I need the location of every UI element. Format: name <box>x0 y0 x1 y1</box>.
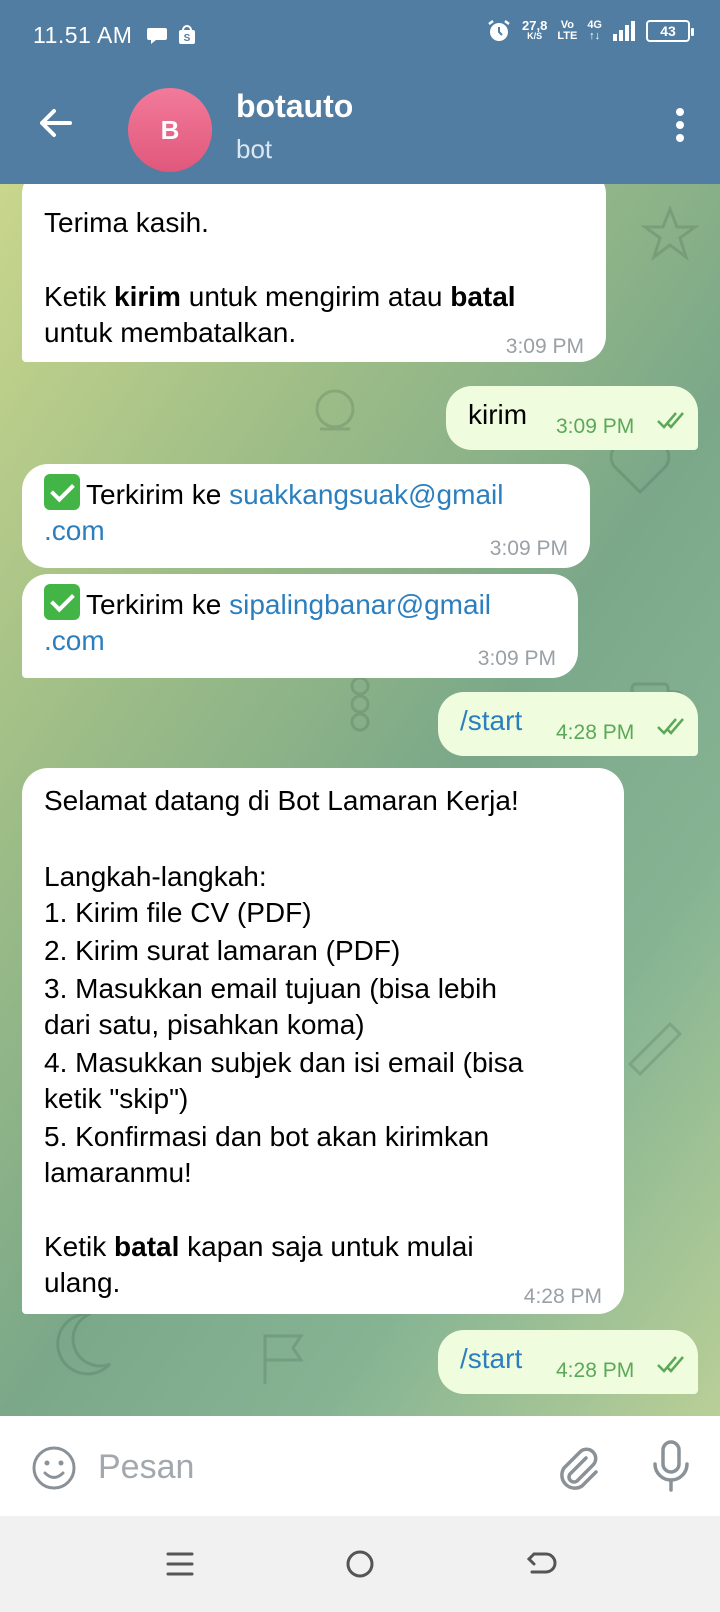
message-line: 5. Konfirmasi dan bot akan kirimkan <box>44 1121 490 1152</box>
back-nav-icon[interactable] <box>520 1544 560 1584</box>
email-link[interactable]: .com <box>44 622 105 660</box>
check-mark-emoji-icon <box>44 584 80 620</box>
message-time: 3:09 PM <box>556 415 635 438</box>
svg-text:S: S <box>184 33 191 44</box>
message-time: 3:09 PM <box>489 537 568 560</box>
speed-value: 27,8 <box>522 18 548 33</box>
incoming-message[interactable]: Terkirim ke suakkangsuak@gmail .com 3:09… <box>22 464 590 568</box>
message-text: Terkirim ke <box>86 589 230 620</box>
message-line: Terima kasih. <box>44 207 209 238</box>
message-time: 3:09 PM <box>505 335 584 358</box>
message-line: untuk membatalkan. <box>44 317 297 348</box>
data-arrows-icon: ↑↓ <box>589 30 601 42</box>
flag-doodle-icon <box>263 1334 304 1384</box>
chat-header: B botauto bot <box>0 72 720 184</box>
message-bold-text: batal <box>450 281 516 312</box>
smiley-icon[interactable] <box>30 1444 78 1492</box>
message-line: Terkirim ke suakkangsuak@gmail <box>44 474 503 514</box>
message-line: Ketik batal kapan saja untuk mulai <box>44 1228 474 1266</box>
avatar-letter: B <box>160 114 180 145</box>
arrow-left-icon[interactable] <box>30 98 80 148</box>
signal-icon <box>613 21 635 41</box>
message-input-bar <box>0 1416 720 1516</box>
alarm-icon <box>488 20 510 41</box>
message-input[interactable] <box>98 1440 518 1494</box>
outgoing-message[interactable]: kirim 3:09 PM <box>446 386 698 450</box>
chat-notification-icon <box>147 28 167 44</box>
message-bold-text: kirim <box>114 281 181 312</box>
volte-bottom: LTE <box>557 30 578 42</box>
bird-doodle-icon <box>315 389 355 431</box>
battery-level: 43 <box>660 23 676 39</box>
paperclip-icon[interactable] <box>552 1442 600 1492</box>
incoming-message[interactable]: Terima kasih. Ketik kirim untuk mengirim… <box>22 184 606 362</box>
message-line: ulang. <box>44 1267 121 1298</box>
message-line: lamaranmu! <box>44 1157 192 1188</box>
message-text: Ketik <box>44 1231 115 1262</box>
flashlight-doodle-icon <box>627 1021 683 1077</box>
shopping-bag-icon: S <box>179 25 195 44</box>
home-circle-icon[interactable] <box>340 1544 380 1584</box>
email-link[interactable]: suakkangsuak@gmail <box>229 479 503 510</box>
message-line: Langkah-langkah: <box>44 861 267 892</box>
status-time: 11.51 AM <box>33 22 133 48</box>
status-indicators: 27,8 K/S Vo LTE 4G ↑↓ 43 <box>486 18 694 44</box>
message-line: ketik "skip") <box>44 1083 189 1114</box>
email-link[interactable]: sipalingbanar@gmail <box>229 589 491 620</box>
network-type: 4G ↑↓ <box>587 20 602 42</box>
check-mark-emoji-icon <box>44 474 80 510</box>
message-line: 4. Masukkan subjek dan isi email (bisa <box>44 1047 524 1078</box>
chat-subtitle: bot <box>236 134 273 164</box>
message-line: dari satu, pisahkan koma) <box>44 1009 365 1040</box>
message-bold-text: batal <box>114 1231 180 1262</box>
message-text: Ketik <box>44 281 115 312</box>
message-line: 3. Masukkan email tujuan (bisa lebih <box>44 973 497 1004</box>
menu-icon[interactable] <box>160 1544 200 1584</box>
avatar[interactable]: B <box>128 88 212 172</box>
message-time: 4:28 PM <box>556 721 635 744</box>
double-check-icon <box>657 718 684 735</box>
chat-area[interactable]: Terima kasih. Ketik kirim untuk mengirim… <box>0 184 720 1416</box>
status-bar: 11.51 AM S 27,8 K/S Vo LTE 4G ↑↓ 43 <box>0 0 720 72</box>
outgoing-message[interactable]: /start 4:28 PM <box>438 692 698 756</box>
message-text: kirim <box>468 399 528 430</box>
message-time: 4:28 PM <box>523 1285 602 1308</box>
message-line: 2. Kirim surat lamaran (PDF) <box>44 935 401 966</box>
moon-doodle-icon <box>56 1312 112 1376</box>
message-line: 1. Kirim file CV (PDF) <box>44 897 312 928</box>
message-time: 3:09 PM <box>477 647 556 670</box>
outgoing-message[interactable]: /start 4:28 PM <box>438 1330 698 1394</box>
battery-indicator: 43 <box>646 20 694 42</box>
message-line: Ketik kirim untuk mengirim atau batal <box>44 278 516 316</box>
flower-doodle-icon <box>350 676 370 732</box>
more-vertical-icon[interactable] <box>660 100 700 150</box>
network-speed: 27,8 K/S <box>522 18 548 42</box>
message-text: kapan saja untuk mulai <box>179 1231 474 1262</box>
system-navigation-bar <box>0 1516 720 1612</box>
message-time: 4:28 PM <box>556 1359 635 1382</box>
message-text: untuk mengirim atau <box>180 281 451 312</box>
star-doodle-icon <box>640 204 700 262</box>
volte-indicator: Vo LTE <box>557 20 577 42</box>
chat-title[interactable]: botauto <box>236 88 353 125</box>
microphone-icon[interactable] <box>648 1438 694 1494</box>
double-check-icon <box>657 412 684 429</box>
message-line: Selamat datang di Bot Lamaran Kerja! <box>44 785 519 816</box>
incoming-message[interactable]: Terkirim ke sipalingbanar@gmail .com 3:0… <box>22 574 578 678</box>
message-text: Terkirim ke <box>86 479 230 510</box>
incoming-message[interactable]: Selamat datang di Bot Lamaran Kerja! Lan… <box>22 768 624 1314</box>
email-link[interactable]: .com <box>44 512 105 550</box>
message-line: Terkirim ke sipalingbanar@gmail <box>44 584 491 624</box>
command-text[interactable]: /start <box>460 702 522 740</box>
command-text[interactable]: /start <box>460 1340 522 1378</box>
double-check-icon <box>657 1356 684 1373</box>
